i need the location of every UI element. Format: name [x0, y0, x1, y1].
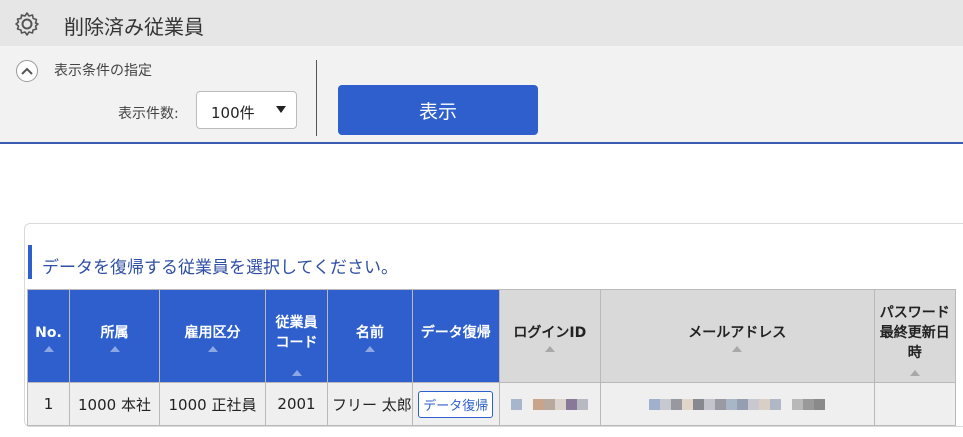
sort-arrow-icon [43, 346, 54, 352]
table-row: 1 1000 本社 1000 正社員 2001 フリー 太郎 データ復帰 [27, 382, 956, 426]
sort-arrow-icon [291, 370, 302, 376]
redacted-login-id [500, 397, 599, 411]
column-header-login-id[interactable]: ログインID [498, 289, 601, 383]
filter-section-label: 表示条件の指定 [54, 63, 152, 79]
sort-arrow-icon [544, 346, 555, 352]
cell-department: 1000 本社 [69, 382, 160, 426]
column-header-restore: データ復帰 [411, 289, 500, 383]
caret-down-icon [276, 106, 286, 113]
sort-arrow-icon [732, 346, 743, 352]
gear-icon [15, 12, 39, 36]
column-header-no[interactable]: No. [27, 289, 70, 383]
chevron-up-icon [21, 67, 33, 75]
cell-email [599, 382, 875, 426]
employee-table: No. 所属 雇用区分 従業員コード 名前 データ復帰 ログインID メールアド… [27, 289, 956, 426]
cell-no: 1 [27, 382, 70, 426]
restore-data-button[interactable]: データ復帰 [418, 390, 494, 418]
page-title: 削除済み従業員 [64, 15, 204, 39]
sort-arrow-icon [109, 346, 120, 352]
sort-arrow-icon [909, 370, 920, 376]
column-header-employee-code[interactable]: 従業員コード [265, 289, 328, 383]
column-header-password-updated[interactable]: パスワード最終更新日時 [873, 289, 956, 383]
column-header-department[interactable]: 所属 [69, 289, 160, 383]
redacted-email [601, 397, 873, 411]
sort-arrow-icon [364, 346, 375, 352]
display-count-label: 表示件数: [118, 106, 179, 122]
display-count-value: 100件 [211, 104, 255, 122]
column-header-employment-type[interactable]: 雇用区分 [159, 289, 266, 383]
cell-password-updated [873, 382, 956, 426]
cell-login-id [498, 382, 601, 426]
column-header-name[interactable]: 名前 [327, 289, 413, 383]
cell-restore: データ復帰 [411, 382, 500, 426]
title-bar: 削除済み従業員 [0, 0, 963, 46]
instruction-text: データを復帰する従業員を選択してください。 [42, 258, 398, 278]
cell-name: フリー 太郎 [327, 382, 413, 426]
filter-panel: 表示条件の指定 表示件数: 100件 表示 [0, 46, 963, 144]
display-count-select[interactable]: 100件 [196, 91, 297, 129]
collapse-toggle-button[interactable] [16, 60, 38, 82]
divider [316, 60, 317, 136]
instruction-heading: データを復帰する従業員を選択してください。 [28, 245, 398, 279]
cell-employee-code: 2001 [265, 382, 328, 426]
sort-arrow-icon [207, 346, 218, 352]
show-button[interactable]: 表示 [338, 85, 538, 135]
cell-employment-type: 1000 正社員 [159, 382, 266, 426]
column-header-email[interactable]: メールアドレス [599, 289, 875, 383]
